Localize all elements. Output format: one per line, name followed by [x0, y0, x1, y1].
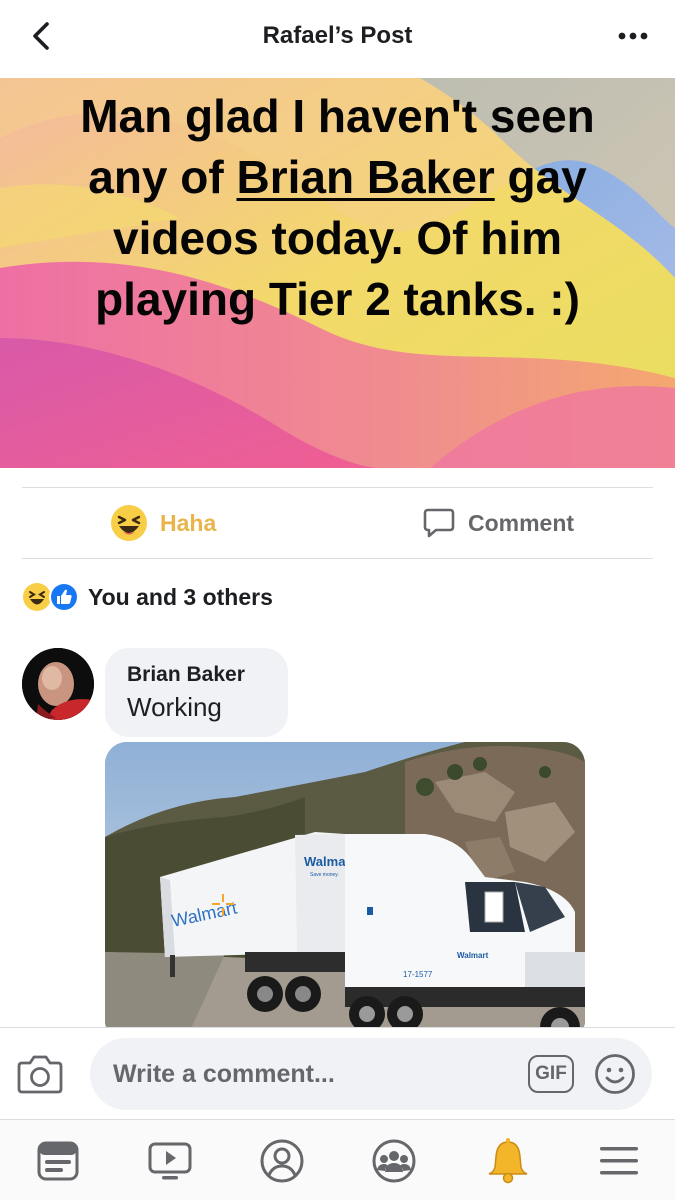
post-header: Rafael’s Post [0, 0, 675, 78]
profile-icon [260, 1139, 304, 1183]
reaction-icons [22, 580, 80, 614]
page-title: Rafael’s Post [262, 22, 413, 49]
haha-reaction-icon [23, 583, 51, 611]
camera-icon [17, 1055, 63, 1094]
trailer-tagline-text: Save money. [310, 872, 339, 878]
nav-news-feed[interactable] [33, 1136, 83, 1186]
nav-notifications[interactable] [483, 1136, 533, 1186]
nav-watch[interactable] [145, 1136, 195, 1186]
walmart-truck-photo: Walma Save money. Walmart Walmart 17-157… [105, 742, 585, 1042]
cab-number-text: 17-1577 [403, 970, 433, 979]
notifications-bell-icon [488, 1138, 528, 1184]
cab-brand-text: Walmart [457, 951, 489, 960]
more-dots-icon [618, 32, 648, 40]
comment-photo[interactable]: Walma Save money. Walmart Walmart 17-157… [105, 742, 585, 1042]
reactions-summary[interactable]: You and 3 others [22, 578, 273, 616]
avatar[interactable] [22, 648, 94, 720]
menu-icon [600, 1147, 638, 1175]
comment-text: Working [127, 692, 222, 722]
watch-video-icon [148, 1142, 192, 1180]
tagged-user-link[interactable]: Brian Baker [236, 151, 494, 203]
nav-profile[interactable] [257, 1136, 307, 1186]
comment-author[interactable]: Brian Baker [127, 662, 266, 688]
haha-label: Haha [160, 509, 217, 536]
smiley-icon [595, 1054, 635, 1094]
nav-menu[interactable] [594, 1136, 644, 1186]
haha-reaction-button[interactable]: Haha [110, 500, 216, 546]
haha-emoji-icon [111, 505, 147, 541]
more-options-button[interactable] [613, 18, 653, 54]
camera-button[interactable] [16, 1052, 64, 1096]
nav-groups[interactable] [369, 1136, 419, 1186]
reaction-icons-graphic [23, 582, 79, 612]
emoji-button[interactable] [594, 1053, 636, 1095]
post-background: Man glad I haven't seen any of Brian Bak… [0, 78, 675, 468]
like-reaction-icon [49, 582, 79, 612]
comment-bubble-icon [423, 508, 455, 538]
news-feed-icon [37, 1141, 79, 1181]
comment-label: Comment [468, 509, 575, 536]
gif-button[interactable]: GIF [528, 1055, 574, 1093]
divider [22, 487, 653, 488]
reactions-summary-text: You and 3 others [88, 583, 273, 610]
bottom-nav [0, 1119, 675, 1200]
groups-icon [372, 1139, 416, 1183]
comment-bubble[interactable]: Brian Baker Working [105, 648, 288, 737]
post-text: Man glad I haven't seen any of Brian Bak… [40, 86, 635, 330]
user-avatar-photo [22, 648, 94, 720]
trailer-brand-text: Walma [304, 854, 346, 869]
divider [22, 558, 653, 559]
comment-button[interactable]: Comment [422, 500, 574, 546]
